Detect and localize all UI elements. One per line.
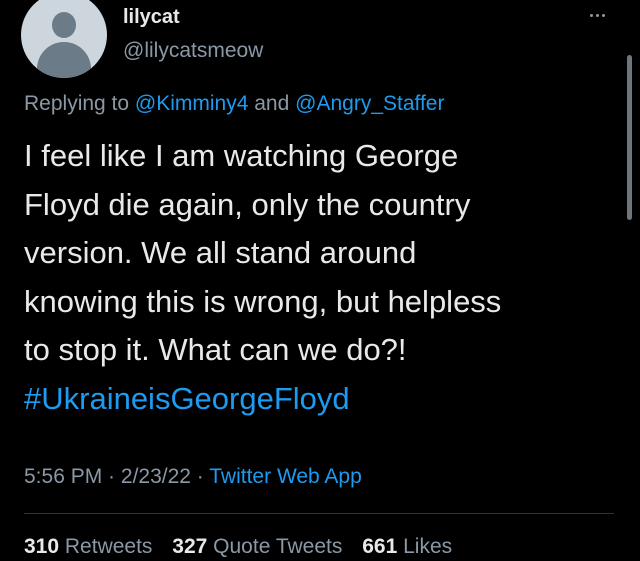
engagement-stats: 310 Retweets 327 Quote Tweets 661 Likes: [24, 535, 466, 559]
tweet-text-line: version. We all stand around: [24, 235, 417, 271]
tweet-text: I feel like I am watching George Floyd d…: [24, 132, 614, 424]
retweets-label: Retweets: [64, 535, 153, 558]
tweet-metadata: 5:56 PM · 2/23/22 · Twitter Web App: [24, 465, 362, 489]
hashtag-link[interactable]: #UkraineisGeorgeFloyd: [24, 375, 614, 424]
quote-tweets-label: Quote Tweets: [213, 535, 343, 558]
avatar[interactable]: [21, 0, 107, 78]
author-handle[interactable]: @lilycatsmeow: [123, 39, 263, 63]
mention-link-angry-staffer[interactable]: @Angry_Staffer: [295, 92, 444, 115]
default-avatar-head-icon: [52, 12, 76, 38]
quote-tweets-stat[interactable]: 327 Quote Tweets: [172, 535, 342, 558]
reply-context-conjunction: and: [248, 92, 296, 115]
likes-stat[interactable]: 661 Likes: [362, 535, 452, 558]
reply-context-prefix: Replying to: [24, 92, 135, 115]
divider: [24, 513, 614, 514]
more-horizontal-icon-dot: [595, 13, 599, 17]
scrollbar[interactable]: [627, 55, 632, 220]
mention-link-kimminy4[interactable]: @Kimminy4: [135, 92, 249, 115]
tweet-text-line: Floyd die again, only the country: [24, 186, 471, 222]
tweet-source-link[interactable]: Twitter Web App: [209, 465, 362, 488]
meta-separator: ·: [190, 465, 210, 488]
tweet-text-line: I feel like I am watching George: [24, 138, 459, 173]
tweet-date[interactable]: 2/23/22: [121, 465, 191, 488]
tweet-text-line: to stop it. What can we do?!: [24, 332, 407, 368]
more-options-button[interactable]: [582, 4, 612, 26]
quote-tweets-count: 327: [172, 535, 208, 558]
default-avatar-body-icon: [37, 42, 91, 78]
retweets-stat[interactable]: 310 Retweets: [24, 535, 152, 558]
tweet-time[interactable]: 5:56 PM: [24, 465, 102, 488]
retweets-count: 310: [24, 535, 60, 558]
likes-label: Likes: [403, 535, 453, 558]
author-display-name[interactable]: lilycat: [123, 6, 180, 29]
likes-count: 661: [362, 535, 398, 558]
meta-separator: ·: [102, 465, 121, 488]
tweet-text-line: knowing this is wrong, but helpless: [24, 283, 502, 319]
more-horizontal-icon-dot: [601, 13, 605, 17]
more-horizontal-icon: [589, 13, 593, 17]
tweet-detail: lilycat @lilycatsmeow Replying to @Kimmi…: [0, 0, 640, 561]
reply-context: Replying to @Kimminy4 and @Angry_Staffer: [24, 92, 444, 116]
